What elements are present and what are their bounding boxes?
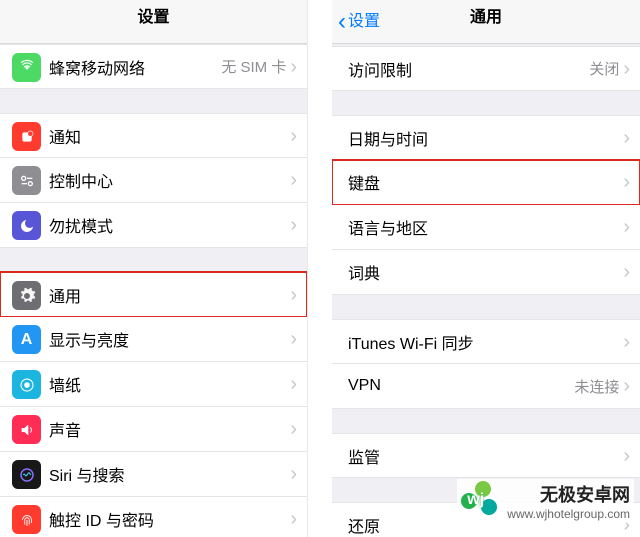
display-icon: A xyxy=(12,325,41,354)
back-button[interactable]: ‹ 设置 xyxy=(338,0,380,44)
row-cellular[interactable]: 蜂窝移动网络 无 SIM 卡 › xyxy=(0,44,307,89)
chevron-right-icon: › xyxy=(290,215,297,235)
section-lang: 日期与时间 › 键盘 › 语言与地区 › 词典 › xyxy=(332,115,640,295)
row-restrictions[interactable]: 访问限制 关闭 › xyxy=(332,46,640,91)
watermark: wj 无极安卓网 www.wjhotelgroup.com xyxy=(457,479,634,523)
row-vpn[interactable]: VPN 未连接 › xyxy=(332,364,640,409)
row-value: 关闭 xyxy=(589,58,619,79)
chevron-right-icon: › xyxy=(290,170,297,190)
touchid-icon xyxy=(12,505,41,534)
section-notify: 通知 › 控制中心 › 勿扰模式 › xyxy=(0,113,307,248)
row-dictionary[interactable]: 词典 › xyxy=(332,250,640,295)
section-restrictions: 访问限制 关闭 › xyxy=(332,46,640,91)
row-language[interactable]: 语言与地区 › xyxy=(332,205,640,250)
chevron-right-icon: › xyxy=(623,332,630,352)
row-sounds[interactable]: 声音 › xyxy=(0,407,307,452)
row-label: 蜂窝移动网络 xyxy=(49,55,221,79)
section-sync: iTunes Wi-Fi 同步 › VPN 未连接 › xyxy=(332,319,640,409)
general-settings-screen: ‹ 设置 通用 访问限制 关闭 › 日期与时间 › 键盘 › 语言与地区 › 词… xyxy=(332,0,640,537)
row-itunes-wifi[interactable]: iTunes Wi-Fi 同步 › xyxy=(332,319,640,364)
row-value: 未连接 xyxy=(574,376,619,397)
watermark-logo-icon: wj xyxy=(461,481,501,521)
chevron-left-icon: ‹ xyxy=(338,10,346,34)
row-siri[interactable]: Siri 与搜索 › xyxy=(0,452,307,497)
row-general[interactable]: 通用 › xyxy=(0,272,307,317)
chevron-right-icon: › xyxy=(290,464,297,484)
watermark-logo-text: wj xyxy=(467,491,484,509)
header: ‹ 设置 通用 xyxy=(332,0,640,44)
row-label: iTunes Wi-Fi 同步 xyxy=(348,330,623,354)
row-label: 控制中心 xyxy=(49,168,290,192)
chevron-right-icon: › xyxy=(623,172,630,192)
row-date-time[interactable]: 日期与时间 › xyxy=(332,115,640,160)
row-label: 监管 xyxy=(348,444,623,468)
page-title: 设置 xyxy=(137,9,169,26)
dnd-icon xyxy=(12,211,41,240)
sounds-icon xyxy=(12,415,41,444)
chevron-right-icon: › xyxy=(623,376,630,396)
chevron-right-icon: › xyxy=(623,128,630,148)
row-label: 显示与亮度 xyxy=(49,327,290,351)
row-label: 通用 xyxy=(49,283,290,307)
row-label: Siri 与搜索 xyxy=(49,462,290,486)
chevron-right-icon: › xyxy=(290,419,297,439)
row-label: 声音 xyxy=(49,417,290,441)
back-label: 设置 xyxy=(348,0,380,44)
chevron-right-icon: › xyxy=(290,126,297,146)
row-label: 墙纸 xyxy=(49,372,290,396)
section-general: 通用 › A 显示与亮度 › 墙纸 › 声音 › Siri 与搜索 xyxy=(0,272,307,537)
row-notifications[interactable]: 通知 › xyxy=(0,113,307,158)
chevron-right-icon: › xyxy=(623,262,630,282)
cellular-icon xyxy=(12,53,41,82)
row-keyboard[interactable]: 键盘 › xyxy=(332,160,640,205)
row-label: 词典 xyxy=(348,260,623,284)
control-center-icon xyxy=(12,166,41,195)
row-label: 日期与时间 xyxy=(348,126,623,150)
row-label: 通知 xyxy=(49,124,290,148)
page-title: 通用 xyxy=(470,9,502,26)
row-wallpaper[interactable]: 墙纸 › xyxy=(0,362,307,407)
watermark-title: 无极安卓网 xyxy=(507,481,630,507)
row-touchid[interactable]: 触控 ID 与密码 › xyxy=(0,497,307,537)
row-label: 触控 ID 与密码 xyxy=(49,507,290,531)
notifications-icon xyxy=(12,122,41,151)
chevron-right-icon: › xyxy=(290,285,297,305)
row-dnd[interactable]: 勿扰模式 › xyxy=(0,203,307,248)
row-label: VPN xyxy=(348,377,574,395)
watermark-url: www.wjhotelgroup.com xyxy=(507,507,630,521)
chevron-right-icon: › xyxy=(290,374,297,394)
row-label: 语言与地区 xyxy=(348,215,623,239)
row-value: 无 SIM 卡 xyxy=(221,56,286,77)
chevron-right-icon: › xyxy=(290,509,297,529)
chevron-right-icon: › xyxy=(623,446,630,466)
chevron-right-icon: › xyxy=(290,329,297,349)
chevron-right-icon: › xyxy=(290,57,297,77)
header: 设置 xyxy=(0,0,307,44)
row-control-center[interactable]: 控制中心 › xyxy=(0,158,307,203)
chevron-right-icon: › xyxy=(623,59,630,79)
row-display[interactable]: A 显示与亮度 › xyxy=(0,317,307,362)
siri-icon xyxy=(12,460,41,489)
row-label: 键盘 xyxy=(348,170,623,194)
settings-root-screen: 设置 蜂窝移动网络 无 SIM 卡 › 通知 › 控制中心 › xyxy=(0,0,308,537)
gap xyxy=(308,0,332,537)
section-regulatory: 监管 › xyxy=(332,433,640,478)
section-cellular: 蜂窝移动网络 无 SIM 卡 › xyxy=(0,44,307,89)
wallpaper-icon xyxy=(12,370,41,399)
chevron-right-icon: › xyxy=(623,217,630,237)
gear-icon xyxy=(12,281,41,310)
row-label: 访问限制 xyxy=(348,57,589,81)
row-label: 勿扰模式 xyxy=(49,213,290,237)
row-regulatory[interactable]: 监管 › xyxy=(332,433,640,478)
